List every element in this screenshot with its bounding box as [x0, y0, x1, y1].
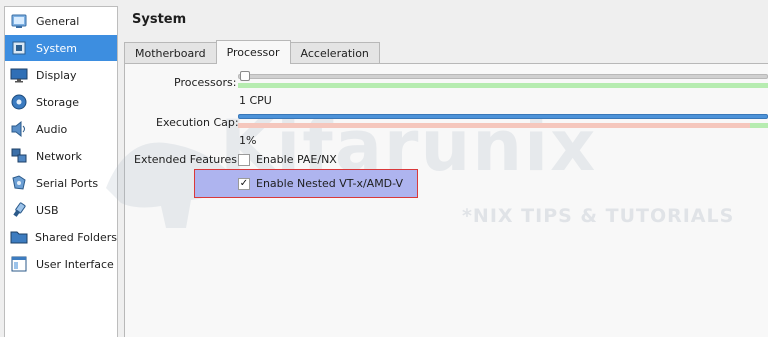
- processors-label: Processors:: [174, 76, 237, 89]
- tab-motherboard[interactable]: Motherboard: [124, 42, 217, 64]
- tab-acceleration[interactable]: Acceleration: [289, 42, 380, 64]
- sidebar-item-label: Network: [36, 149, 82, 163]
- sidebar-item-network[interactable]: Network: [5, 143, 117, 169]
- tab-bar: Motherboard Processor Acceleration: [124, 40, 380, 64]
- tab-processor[interactable]: Processor: [215, 40, 291, 64]
- extended-features-label: Extended Features:: [134, 153, 241, 166]
- sidebar-item-label: Audio: [36, 122, 68, 136]
- general-icon: [9, 11, 29, 31]
- processors-slider-scale: [238, 83, 768, 88]
- execution-cap-slider[interactable]: [238, 110, 768, 132]
- sidebar-item-system[interactable]: System: [5, 35, 117, 61]
- sidebar-item-general[interactable]: General: [5, 8, 117, 34]
- shared-folders-icon: [9, 227, 28, 247]
- sidebar-item-audio[interactable]: Audio: [5, 116, 117, 142]
- system-icon: [9, 38, 29, 58]
- sidebar-item-label: Shared Folders: [35, 230, 117, 244]
- sidebar-item-label: User Interface: [36, 257, 114, 271]
- pae-nx-checkbox-label: Enable PAE/NX: [256, 153, 337, 166]
- processors-slider-handle[interactable]: [240, 71, 250, 81]
- sidebar-item-user-interface[interactable]: User Interface: [5, 251, 117, 277]
- page-title: System: [132, 12, 187, 27]
- sidebar-item-usb[interactable]: USB: [5, 197, 117, 223]
- processors-slider[interactable]: [238, 70, 768, 92]
- nested-vtx-checkbox-box[interactable]: ✓: [238, 177, 250, 190]
- sidebar-item-storage[interactable]: Storage: [5, 89, 117, 115]
- sidebar-item-serial-ports[interactable]: Serial Ports: [5, 170, 117, 196]
- execution-cap-slider-groove: [238, 114, 768, 119]
- storage-icon: [9, 92, 29, 112]
- execution-cap-slider-scale-green: [750, 123, 768, 128]
- sidebar-item-shared-folders[interactable]: Shared Folders: [5, 224, 117, 250]
- network-icon: [9, 146, 29, 166]
- sidebar-item-label: Serial Ports: [36, 176, 99, 190]
- user-interface-icon: [9, 254, 29, 274]
- usb-icon: [9, 200, 29, 220]
- processors-slider-groove: [238, 74, 768, 79]
- execution-cap-slider-scale-red: [238, 123, 750, 128]
- sidebar-item-display[interactable]: Display: [5, 62, 117, 88]
- sidebar-item-label: System: [36, 41, 78, 55]
- enable-pae-nx-checkbox[interactable]: Enable PAE/NX: [238, 153, 337, 166]
- sidebar-item-label: Storage: [36, 95, 80, 109]
- display-icon: [9, 65, 29, 85]
- execution-cap-label: Execution Cap:: [156, 116, 239, 129]
- settings-window: General System Display Storage Audio Net…: [0, 0, 768, 337]
- pae-nx-checkbox-box[interactable]: [238, 153, 250, 166]
- nested-vtx-checkbox-label: Enable Nested VT-x/AMD-V: [256, 177, 404, 190]
- serial-ports-icon: [9, 173, 29, 193]
- sidebar-item-label: Display: [36, 68, 77, 82]
- processor-panel: [124, 63, 768, 337]
- processors-value: 1 CPU: [239, 94, 272, 107]
- audio-icon: [9, 119, 29, 139]
- settings-sidebar: General System Display Storage Audio Net…: [4, 6, 118, 337]
- sidebar-item-label: USB: [36, 203, 59, 217]
- enable-nested-vtx-checkbox[interactable]: ✓ Enable Nested VT-x/AMD-V: [238, 177, 403, 190]
- sidebar-item-label: General: [36, 14, 80, 28]
- execution-cap-value: 1%: [239, 134, 257, 147]
